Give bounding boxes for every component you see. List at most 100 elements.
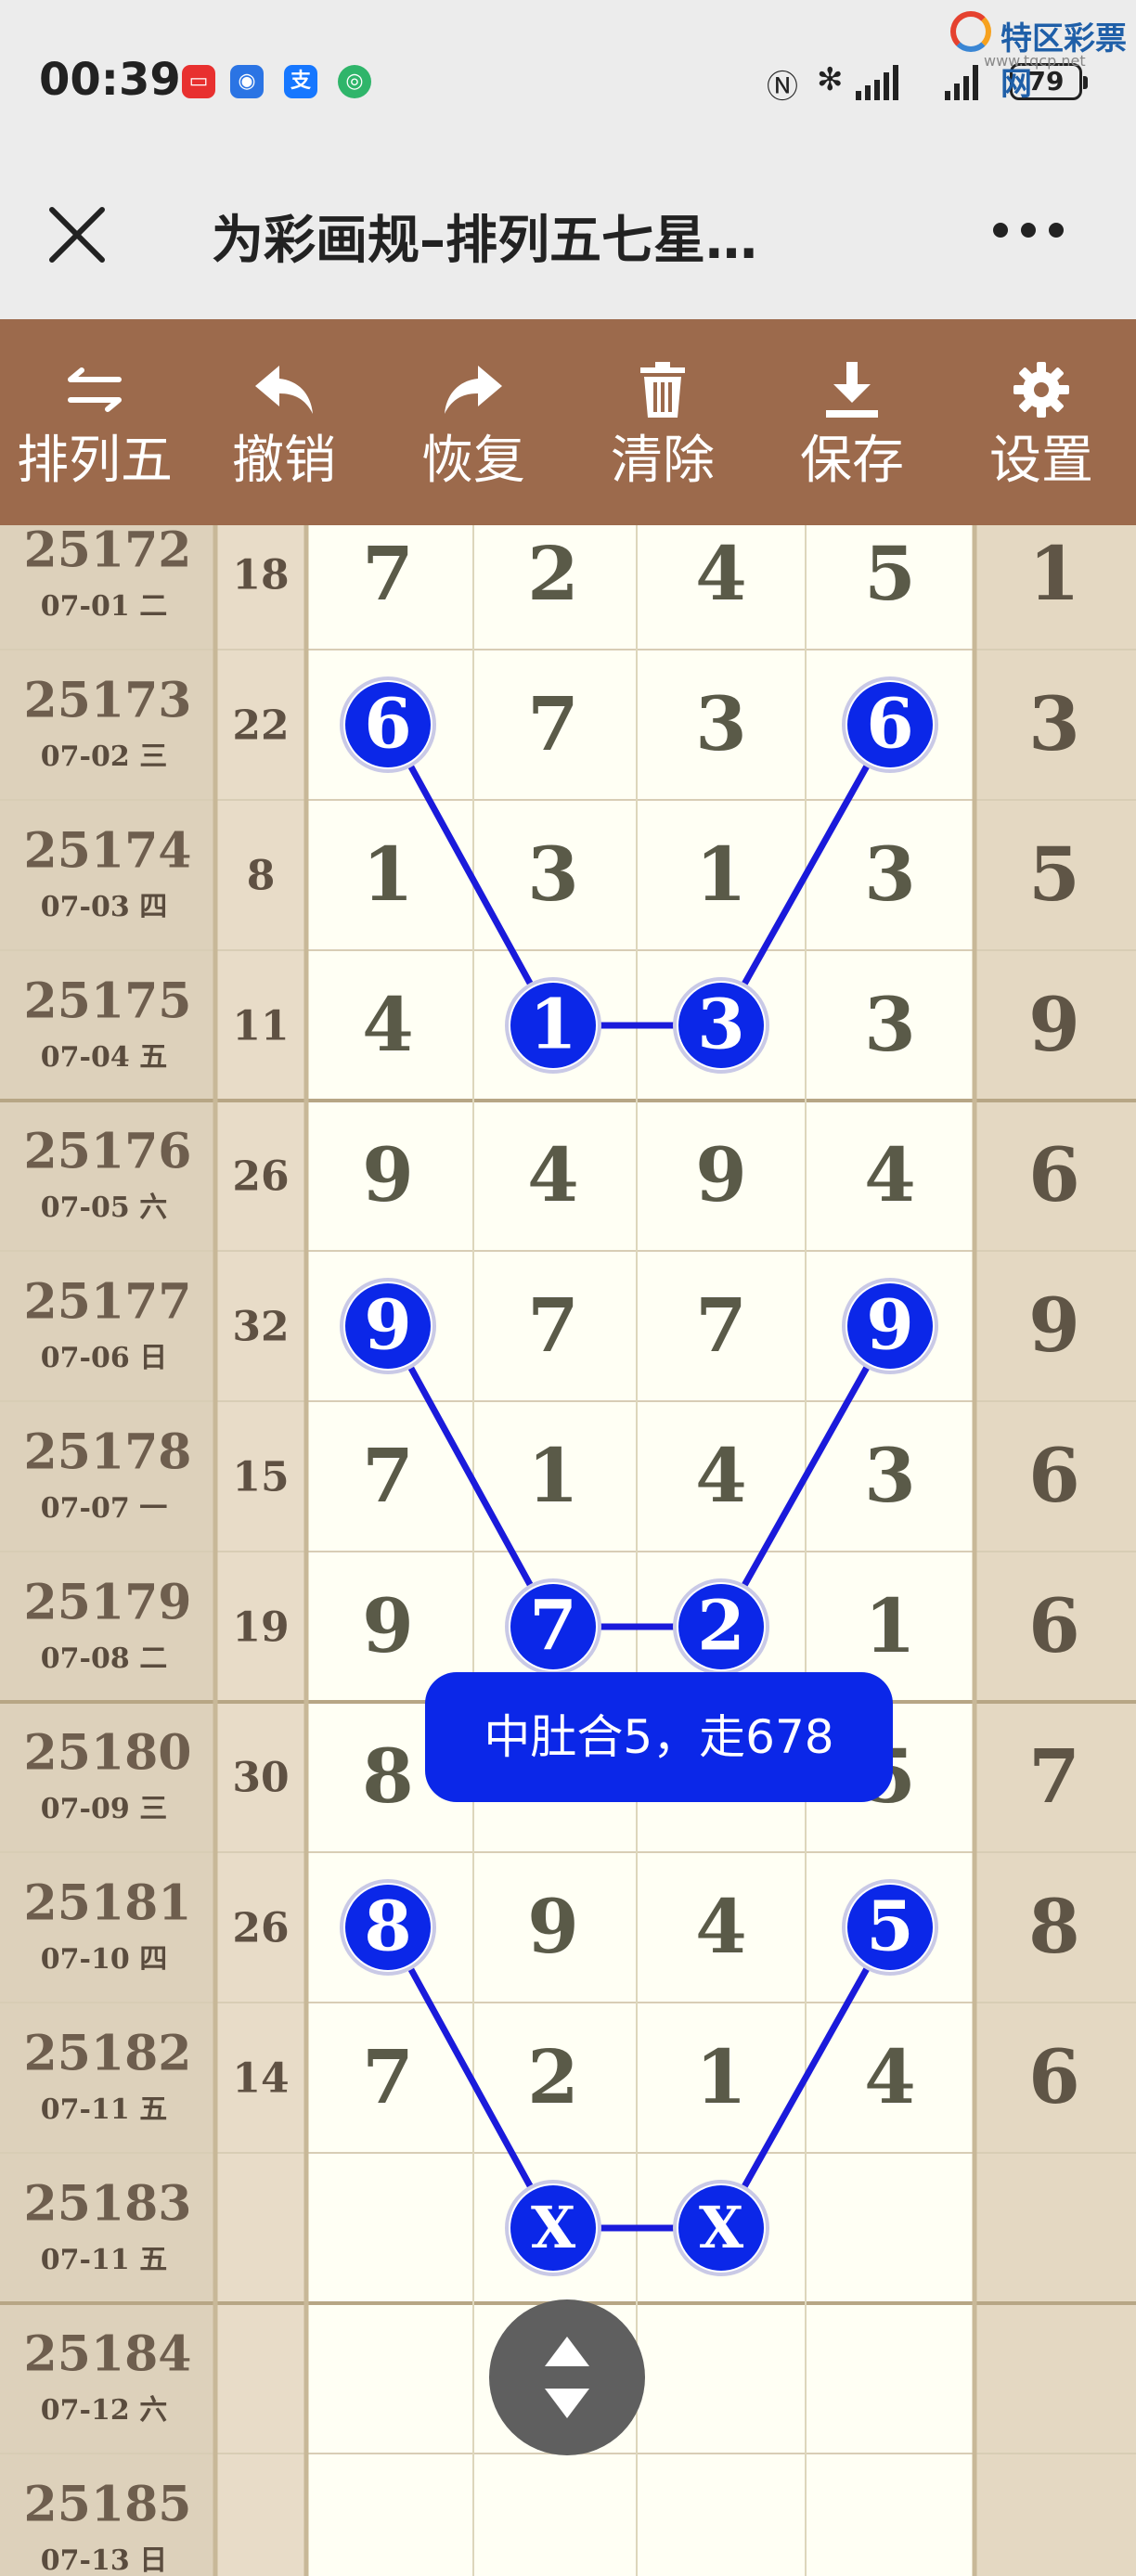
digit-sum: 19 [232,1604,289,1652]
draw-digit: 1 [695,2033,747,2120]
draw-digit: 1 [695,831,747,918]
highlight-ball-number: 6 [866,685,914,765]
redo-icon [445,366,502,414]
last-digit: 6 [1028,1131,1080,1218]
issue-number: 25174 [24,823,192,880]
digit-sum: 26 [232,1905,289,1952]
draw-digit: 7 [362,1432,414,1519]
issue-number: 25177 [24,1274,192,1331]
up-down-arrows-icon [545,2337,589,2418]
digit-sum: 22 [232,702,289,750]
draw-digit: 5 [864,530,916,617]
lottery-type-button[interactable]: 排列五 [0,319,189,525]
issue-date: 07-06 日 [41,1342,167,1374]
draw-digit: 4 [695,1432,747,1519]
annotation-tooltip[interactable]: 中肚合5，走678 [425,1672,893,1802]
toolbar-label: 排列五 [17,431,173,491]
last-digit: 6 [1028,1582,1080,1669]
draw-digit: 3 [695,680,747,767]
save-button[interactable]: 保存 [757,319,947,525]
watermark-url: www.tqcp.net [984,52,1086,70]
toolbar-label: 保存 [800,431,904,491]
issue-number: 25176 [24,1124,192,1180]
clear-button[interactable]: 清除 [568,319,757,525]
page-title: 为彩画规–排列五七星… [212,211,757,271]
draw-digit: 7 [527,1282,579,1369]
draw-digit: 2 [527,530,579,617]
issue-date: 07-09 三 [41,1793,167,1825]
draw-digit: 4 [695,1883,747,1970]
draw-digit: 4 [362,981,414,1068]
digit-sum: 26 [232,1153,289,1201]
alipay-icon: 支 [284,65,317,98]
draw-digit: 3 [527,831,579,918]
bluetooth-icon: ✻ [817,61,844,98]
last-digit: 6 [1028,1432,1080,1519]
watermark-logo [950,11,991,52]
digit-sum: 8 [247,853,276,900]
digit-sum: 18 [232,552,289,599]
signal-icon [945,65,978,100]
more-options-icon[interactable] [991,219,1065,241]
draw-digit: 4 [864,2033,916,2120]
draw-digit: 8 [362,1732,414,1820]
draw-digit: 7 [362,530,414,617]
digit-sum: 11 [232,1003,289,1050]
issue-number: 25180 [24,1725,192,1782]
issue-date: 07-10 四 [41,1943,167,1976]
issue-number: 25173 [24,673,192,729]
green-app-icon: ◎ [338,65,371,98]
settings-button[interactable]: 设置 [947,319,1136,525]
toolbar: 排列五 撤销 恢复 清除 保存 设置 [0,319,1136,525]
nfc-icon: Ⓝ [767,69,798,106]
highlight-ball-number: 3 [697,985,745,1065]
draw-chart-area[interactable]: 2517207-01 二18724512517307-02 三226736325… [0,525,1136,2576]
toolbar-label: 撤销 [232,431,336,491]
issue-number: 25175 [24,973,192,1030]
draw-digit: 9 [362,1131,414,1218]
undo-icon [255,366,313,414]
red-app-icon: ▭ [182,65,215,98]
draw-digit: 4 [864,1131,916,1218]
draw-digit: 1 [527,1432,579,1519]
highlight-ball-number: 1 [529,985,577,1065]
signal-icon [856,65,898,100]
highlight-ball-number: 7 [529,1587,577,1667]
issue-date: 07-11 五 [41,2244,167,2276]
issue-date: 07-08 二 [41,1642,167,1675]
highlight-ball-number: 9 [866,1286,914,1366]
issue-number: 25183 [24,2176,192,2233]
draw-digit: 7 [695,1282,747,1369]
highlight-ball-number: 9 [364,1286,412,1366]
last-digit: 6 [1028,2033,1080,2120]
close-icon[interactable] [45,202,110,267]
highlight-ball-number: X [699,2194,744,2261]
redo-button[interactable]: 恢复 [379,319,568,525]
last-digit: 7 [1028,1732,1080,1820]
draw-digit: 3 [864,831,916,918]
draw-digit: 3 [864,981,916,1068]
highlight-ball-number: 5 [866,1887,914,1967]
issue-number: 25185 [24,2477,192,2533]
blue-app-icon: ◉ [230,65,264,98]
issue-date: 07-13 日 [41,2544,167,2576]
last-digit: 8 [1028,1883,1080,1970]
issue-number: 25178 [24,1424,192,1481]
last-digit: 9 [1028,1282,1080,1369]
draw-digit: 9 [527,1883,579,1970]
issue-number: 25181 [24,1875,192,1932]
last-digit: 9 [1028,981,1080,1068]
draw-digit: 9 [362,1582,414,1669]
draw-digit: 2 [527,2033,579,2120]
issue-date: 07-01 二 [41,590,167,623]
scroll-handle[interactable] [489,2299,645,2455]
issue-number: 25172 [24,525,192,579]
highlight-ball-number: 2 [697,1587,745,1667]
digit-sum: 15 [232,1454,289,1501]
undo-button[interactable]: 撤销 [189,319,379,525]
draw-digit: 4 [527,1131,579,1218]
issue-number: 25179 [24,1575,192,1631]
highlight-ball-number: X [531,2194,576,2261]
draw-chart[interactable]: 2517207-01 二18724512517307-02 三226736325… [0,525,1136,2576]
issue-date: 07-11 五 [41,2093,167,2126]
